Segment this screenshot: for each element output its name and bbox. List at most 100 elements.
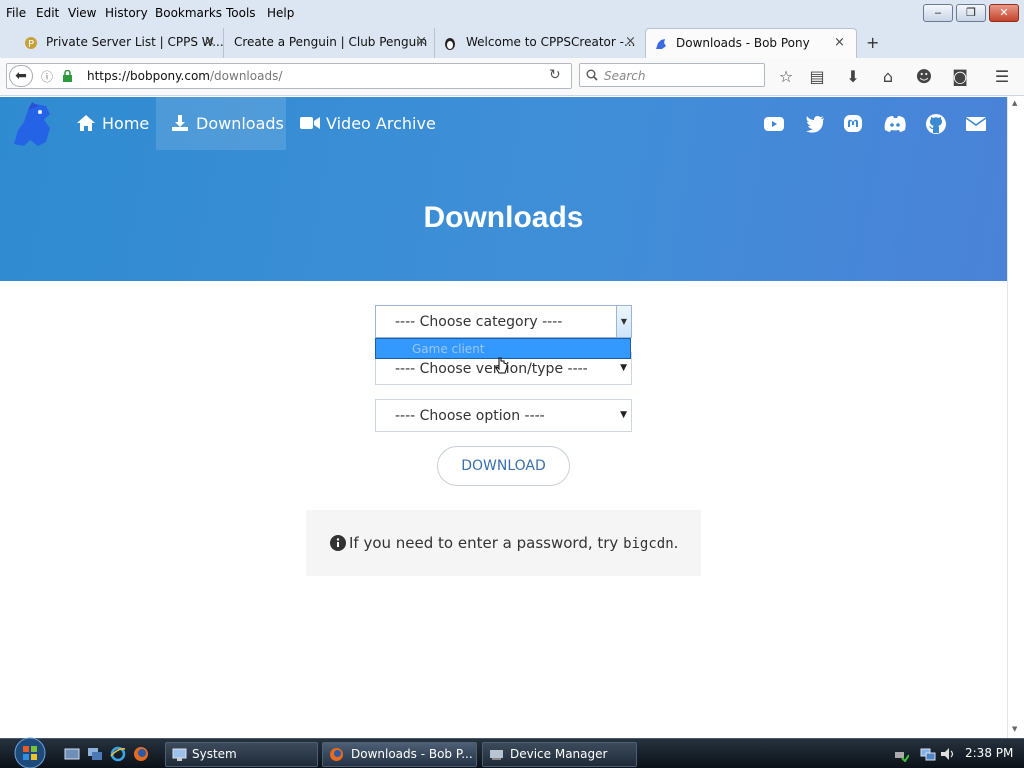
bob-pony-favicon-icon [656, 39, 666, 49]
url-text: https://bobpony.com/downloads/ [87, 69, 282, 83]
taskbar-label: Device Manager [510, 747, 608, 761]
tab-close-icon[interactable]: × [625, 34, 636, 49]
url-bar[interactable]: ⬅ ⓘ https://bobpony.com/downloads/ ↻ [6, 63, 572, 89]
back-arrow-icon[interactable]: ⬅ [9, 65, 33, 87]
penguin-favicon-icon [445, 38, 455, 50]
dropdown-option-label: Game client [412, 342, 485, 356]
home-icon [77, 115, 95, 131]
restore-button[interactable]: ❐ [956, 4, 986, 22]
tab-title: Downloads - Bob Pony [676, 36, 810, 50]
twitter-icon[interactable] [804, 113, 826, 135]
menu-help[interactable]: Help [267, 6, 294, 20]
video-camera-icon [300, 117, 320, 129]
option-select-value: ---- Choose option ---- [395, 408, 545, 424]
taskbar: System Downloads - Bob P... Device Manag… [0, 737, 1024, 768]
show-desktop-icon[interactable] [64, 746, 80, 762]
tab-title: Private Server List | CPPS W... [46, 35, 224, 49]
tab-downloads-bob-pony[interactable]: Downloads - Bob Pony × [645, 28, 857, 58]
taskbar-firefox-button[interactable]: Downloads - Bob P... [322, 742, 477, 767]
tab-private-server-list[interactable]: P Private Server List | CPPS W... × [16, 28, 224, 58]
bob-pony-logo[interactable] [10, 100, 58, 148]
youtube-icon[interactable] [763, 113, 785, 135]
search-placeholder: Search [604, 69, 646, 83]
site-info-icon[interactable]: ⓘ [41, 68, 53, 85]
option-select[interactable]: ---- Choose option ---- ▼ [375, 399, 632, 432]
info-text-before: If you need to enter a password, try [349, 534, 619, 552]
navigation-toolbar: ⬅ ⓘ https://bobpony.com/downloads/ ↻ Sea… [0, 58, 1024, 96]
tab-title: Create a Penguin | Club Penguin [234, 35, 428, 49]
menu-history[interactable]: History [105, 6, 148, 20]
menu-bookmarks[interactable]: Bookmarks [155, 6, 222, 20]
internet-explorer-icon[interactable] [110, 746, 126, 762]
password-code: bigcdn [623, 536, 674, 552]
nav-downloads[interactable]: Downloads [156, 97, 286, 150]
volume-icon[interactable] [940, 746, 956, 762]
search-bar[interactable]: Search [579, 63, 765, 87]
tab-title: Welcome to CPPSCreator -... [466, 35, 636, 49]
taskbar-label: System [192, 747, 237, 761]
mouse-cursor-icon [495, 357, 508, 374]
safely-remove-hardware-icon[interactable] [893, 746, 909, 762]
taskbar-system-button[interactable]: System [165, 742, 318, 767]
pocket-icon[interactable]: ◙ [950, 67, 970, 87]
device-manager-icon [490, 750, 503, 760]
search-icon [586, 69, 598, 81]
system-icon [172, 748, 187, 761]
chat-icon[interactable]: ☻ [914, 67, 934, 87]
category-select[interactable]: ---- Choose category ---- ▼ [375, 305, 632, 338]
version-select-value: ---- Choose version/type ---- [395, 361, 588, 377]
scroll-up-arrow-icon[interactable]: ▲ [1012, 99, 1017, 107]
taskbar-clock[interactable]: 2:38 PM [965, 746, 1013, 760]
firefox-icon[interactable] [133, 746, 149, 762]
menu-file[interactable]: File [6, 6, 26, 20]
close-window-button[interactable]: ✕ [989, 4, 1019, 22]
email-icon[interactable] [965, 113, 987, 135]
svg-text:P: P [28, 39, 34, 50]
page-scrollbar[interactable]: ▲ ▼ [1007, 97, 1024, 738]
chevron-down-icon[interactable]: ▼ [616, 306, 631, 337]
discord-icon[interactable] [884, 113, 906, 135]
tab-bar: P Private Server List | CPPS W... × Crea… [0, 28, 1024, 58]
tab-close-icon[interactable]: × [204, 34, 215, 49]
scroll-down-arrow-icon[interactable]: ▼ [1012, 725, 1017, 733]
tab-close-icon[interactable]: × [834, 35, 845, 50]
tab-cppscreator[interactable]: Welcome to CPPSCreator -... × [434, 28, 644, 58]
menu-view[interactable]: View [68, 6, 96, 20]
download-icon [172, 115, 188, 131]
info-text: If you need to enter a password, try big… [349, 534, 678, 552]
start-button[interactable] [10, 737, 50, 768]
url-path: /downloads/ [210, 69, 283, 83]
reading-list-icon[interactable]: ▤ [807, 67, 827, 87]
minimize-button[interactable]: ‒ [923, 4, 953, 22]
dropdown-option-highlighted[interactable]: Game client [375, 338, 631, 359]
menu-bar: File Edit View History Bookmarks Tools H… [0, 0, 1024, 28]
switch-windows-icon[interactable] [87, 746, 103, 762]
chevron-down-icon: ▼ [620, 410, 627, 420]
new-tab-button[interactable]: + [866, 33, 879, 52]
github-icon[interactable] [925, 113, 947, 135]
menu-tools[interactable]: Tools [226, 6, 256, 20]
downloads-arrow-icon[interactable]: ⬇ [843, 67, 863, 87]
tab-close-icon[interactable]: × [416, 34, 427, 49]
network-icon[interactable] [920, 746, 936, 762]
home-icon[interactable]: ⌂ [878, 67, 898, 87]
firefox-icon [330, 748, 343, 761]
taskbar-device-manager-button[interactable]: Device Manager [482, 742, 637, 767]
tab-favicon-icon: P [25, 37, 37, 50]
nav-home[interactable]: Home [66, 97, 156, 150]
password-info-box: If you need to enter a password, try big… [306, 510, 701, 576]
page-title: Downloads [423, 201, 584, 234]
bookmark-star-icon[interactable]: ☆ [776, 67, 796, 87]
reload-icon[interactable]: ↻ [549, 67, 561, 83]
site-top-nav: Home Downloads Video Archive [0, 97, 1007, 150]
hamburger-menu-icon[interactable]: ☰ [992, 67, 1012, 87]
site-header: Home Downloads Video Archive Downloads [0, 97, 1007, 281]
nav-video-archive[interactable]: Video Archive [290, 97, 440, 150]
menu-edit[interactable]: Edit [36, 6, 59, 20]
category-select-value: ---- Choose category ---- [395, 314, 563, 330]
nav-home-label: Home [102, 114, 150, 133]
download-button[interactable]: DOWNLOAD [437, 446, 570, 486]
lock-icon [63, 70, 72, 82]
mastodon-icon[interactable] [842, 113, 864, 135]
tab-create-a-penguin[interactable]: Create a Penguin | Club Penguin × [223, 28, 433, 58]
